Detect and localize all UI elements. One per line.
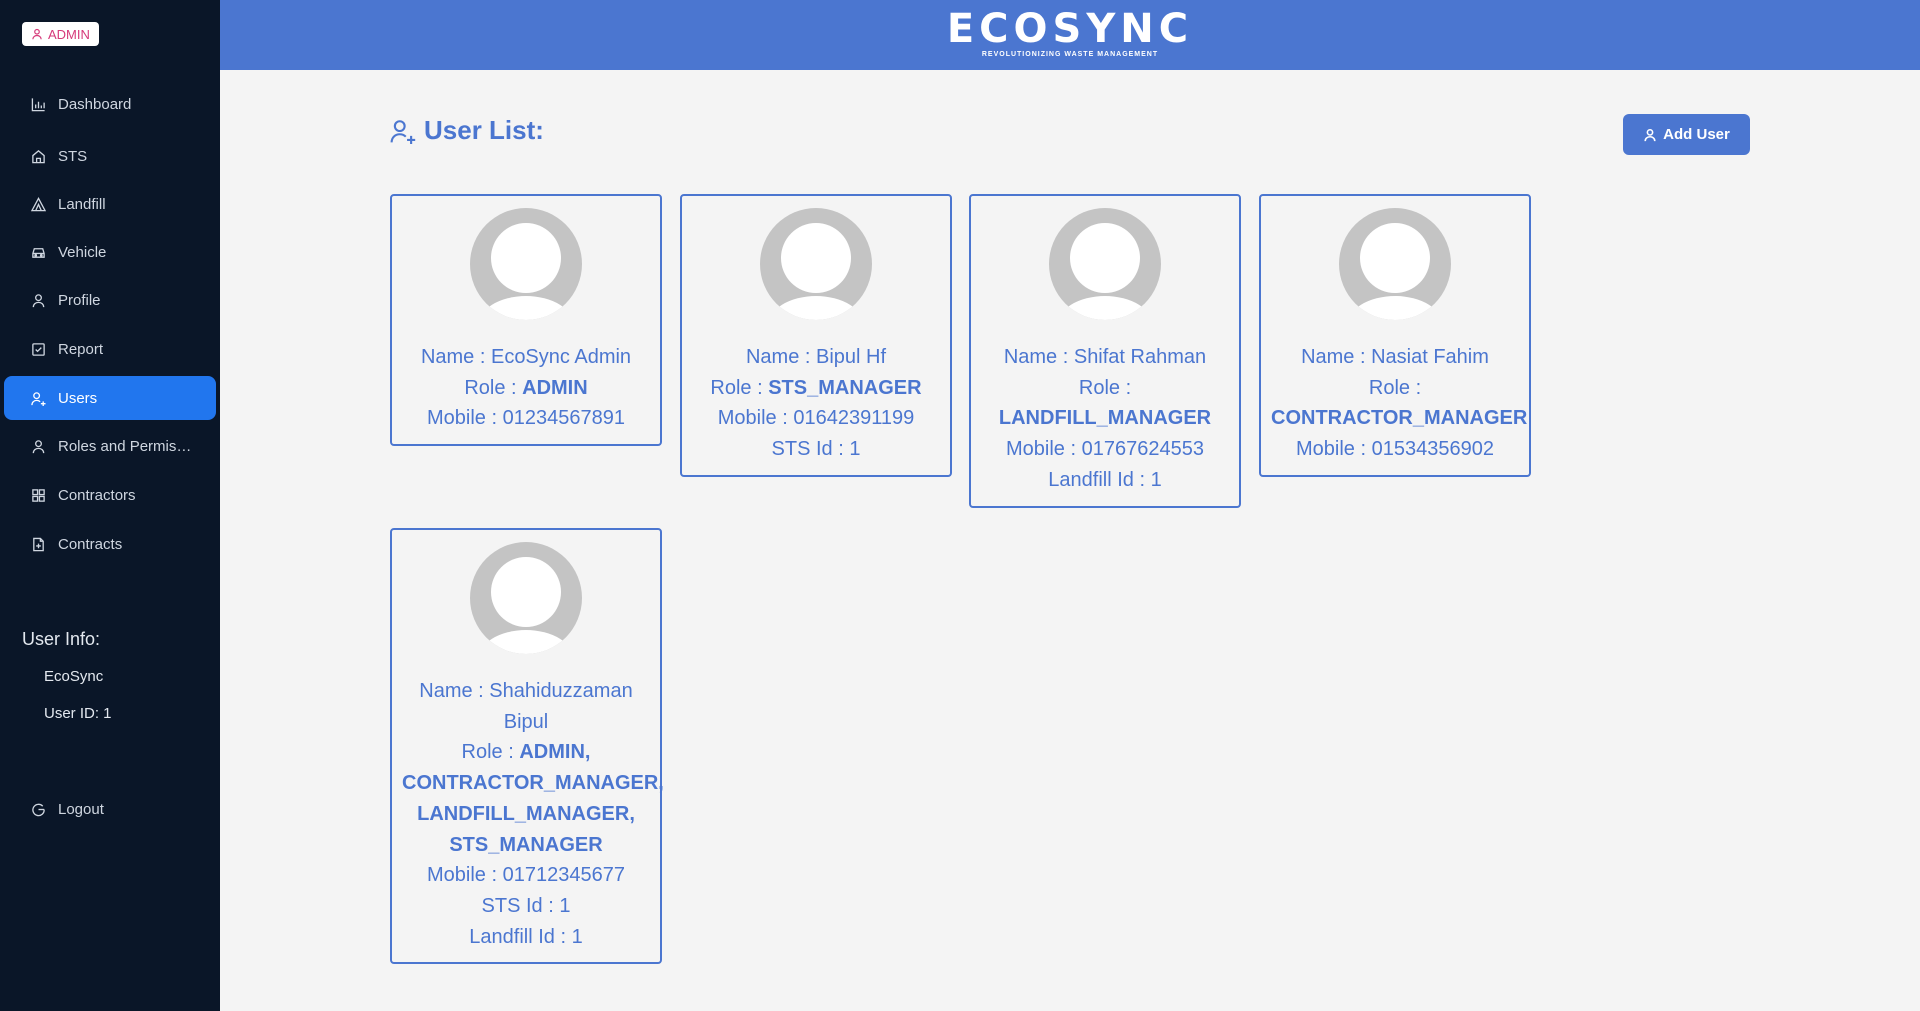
page-title-text: User List: <box>424 115 544 145</box>
sidebar-item-label: Contractors <box>58 486 136 504</box>
user-info-name: EcoSync <box>44 668 104 685</box>
logo-text: ECOSYNC <box>946 6 1194 52</box>
user-name: Name : Shahiduzzaman Bipul <box>419 680 633 733</box>
vehicle-icon <box>32 247 45 258</box>
sidebar-item-label: Contracts <box>58 535 123 553</box>
user-info-id: User ID: 1 <box>44 705 112 722</box>
sidebar-item-report[interactable]: Report <box>4 327 216 371</box>
user-icon <box>32 28 42 40</box>
user-info-title: User Info: <box>22 629 101 649</box>
sidebar-item-dashboard[interactable]: Dashboard <box>4 82 216 126</box>
add-user-label: Add User <box>1663 126 1730 143</box>
add-user-button[interactable]: Add User <box>1623 114 1750 155</box>
admin-badge-label: ADMIN <box>48 26 90 42</box>
sidebar-item-contractors[interactable]: Contractors <box>4 473 216 517</box>
user-icon <box>32 293 45 307</box>
user-name: Name : Shifat Rahman <box>1003 346 1207 368</box>
logout-label: Logout <box>58 800 104 818</box>
sidebar-item-label: Report <box>58 340 104 358</box>
user-card: Name : EcoSync Admin Role : ADMIN Mobile… <box>390 194 662 447</box>
grid-icon <box>32 488 45 502</box>
user-landfill-id: Landfill Id : 1 <box>1048 468 1162 491</box>
sidebar-item-roles[interactable]: Roles and Permissions <box>4 424 216 468</box>
sidebar-item-users[interactable]: Users <box>4 376 216 420</box>
page-title: User List: <box>390 115 544 146</box>
logout-button[interactable]: Logout <box>4 787 216 831</box>
sidebar-item-profile[interactable]: Profile <box>4 278 216 322</box>
user-role: Role : CONTRACTOR_MANAGER <box>1271 376 1528 430</box>
users-icon <box>31 391 46 406</box>
admin-badge: ADMIN <box>22 22 99 46</box>
sidebar-item-label: Profile <box>58 291 101 309</box>
sidebar-item-label: Dashboard <box>58 95 132 113</box>
user-landfill-id: Landfill Id : 1 <box>469 925 583 948</box>
avatar-icon <box>1339 208 1451 320</box>
user-role: Role : STS_MANAGER <box>710 376 922 399</box>
user-role: Role : LANDFILL_MANAGER <box>998 376 1212 430</box>
report-icon <box>32 342 45 356</box>
user-role: Role : ADMIN <box>464 376 588 399</box>
user-sts-id: STS Id : 1 <box>481 894 571 917</box>
avatar-icon <box>760 208 872 320</box>
user-card: Name : Shahiduzzaman Bipul Role : ADMIN,… <box>390 528 664 965</box>
users-icon <box>390 119 416 144</box>
user-mobile: Mobile : 01642391199 <box>717 407 915 430</box>
sidebar-item-label: STS <box>58 147 88 165</box>
user-sts-id: STS Id : 1 <box>771 438 861 461</box>
user-name: Name : Nasiat Fahim <box>1301 346 1489 368</box>
user-mobile: Mobile : 01534356902 <box>1296 438 1494 461</box>
user-icon <box>32 439 45 453</box>
sidebar-item-label: Vehicle <box>58 243 107 261</box>
user-icon <box>1644 128 1656 141</box>
logo: ECOSYNC REVOLUTIONIZING WASTE MANAGEMENT <box>220 8 1920 58</box>
user-card: Name : Shifat Rahman Role : LANDFILL_MAN… <box>969 194 1241 508</box>
landfill-icon <box>31 196 46 211</box>
user-card: Name : Bipul Hf Role : STS_MANAGER Mobil… <box>680 194 952 477</box>
sidebar-item-label: Landfill <box>58 195 106 213</box>
user-mobile: Mobile : 01767624553 <box>1006 438 1204 461</box>
sidebar-item-label: Users <box>58 389 98 407</box>
avatar-icon <box>470 208 582 320</box>
logo-tagline: REVOLUTIONIZING WASTE MANAGEMENT <box>981 51 1159 58</box>
avatar-icon <box>1049 208 1161 320</box>
sidebar-item-sts[interactable]: STS <box>4 134 216 178</box>
user-name: Name : EcoSync Admin <box>420 346 632 368</box>
sidebar: ADMIN Dashboard STS Landfill Vehicle Pro… <box>0 0 220 1011</box>
user-mobile: Mobile : 01234567891 <box>427 407 625 430</box>
logout-icon <box>32 803 45 816</box>
user-role: Role : ADMIN, CONTRACTOR_MANAGER, LANDFI… <box>402 741 664 856</box>
sidebar-item-vehicle[interactable]: Vehicle <box>4 230 216 274</box>
user-card: Name : Nasiat Fahim Role : CONTRACTOR_MA… <box>1259 194 1531 477</box>
user-name: Name : Bipul Hf <box>745 346 887 368</box>
file-icon <box>33 537 44 551</box>
user-mobile: Mobile : 01712345677 <box>427 864 625 887</box>
sidebar-item-landfill[interactable]: Landfill <box>4 182 216 226</box>
sidebar-item-label: Roles and Permissions <box>58 437 198 455</box>
chart-icon <box>31 97 45 111</box>
avatar-icon <box>470 542 582 654</box>
top-header: ECOSYNC REVOLUTIONIZING WASTE MANAGEMENT <box>220 0 1920 70</box>
home-icon <box>32 149 45 163</box>
sidebar-item-contracts[interactable]: Contracts <box>4 522 216 566</box>
